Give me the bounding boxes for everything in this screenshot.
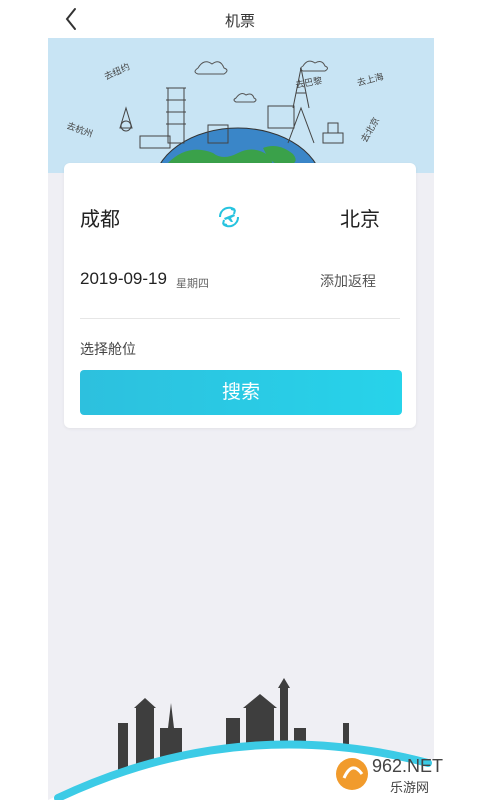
flight-search-card: 成都 北京 2019-09-19 星期四 添加返程 选择舱位 搜索 xyxy=(64,163,416,428)
watermark-logo: 962.NET 乐游网 xyxy=(330,748,480,800)
swap-cities-button[interactable] xyxy=(214,202,244,232)
hero-label-hangzhou: 去杭州 xyxy=(65,120,94,140)
hero-label-newyork: 去纽约 xyxy=(102,60,131,81)
hero-label-beijing: 去北京 xyxy=(358,115,381,144)
travel-illustration: 去纽约 去杭州 去巴黎 去上海 去北京 xyxy=(65,60,385,173)
watermark-subtitle: 乐游网 xyxy=(390,780,429,795)
departure-city[interactable]: 成都 xyxy=(80,203,120,232)
cabin-class-selector[interactable]: 选择舱位 xyxy=(80,339,136,359)
hero-banner: 去纽约 去杭州 去巴黎 去上海 去北京 xyxy=(48,38,434,173)
divider xyxy=(80,318,400,319)
watermark-brand: 962.NET xyxy=(372,756,443,776)
departure-weekday: 星期四 xyxy=(176,278,209,290)
navigation-bar: 机票 xyxy=(0,0,480,38)
plane-swap-icon xyxy=(218,206,240,228)
page-title: 机票 xyxy=(224,13,255,30)
add-return-trip-link[interactable]: 添加返程 xyxy=(320,271,376,291)
departure-date[interactable]: 2019-09-19 xyxy=(80,269,167,289)
main-content: 去纽约 去杭州 去巴黎 去上海 去北京 成都 北京 2019-09-19 星期四… xyxy=(48,38,434,800)
hero-label-shanghai: 去上海 xyxy=(356,70,385,88)
search-button[interactable]: 搜索 xyxy=(80,370,402,415)
hero-label-paris: 去巴黎 xyxy=(294,74,323,90)
arrival-city[interactable]: 北京 xyxy=(340,203,380,232)
